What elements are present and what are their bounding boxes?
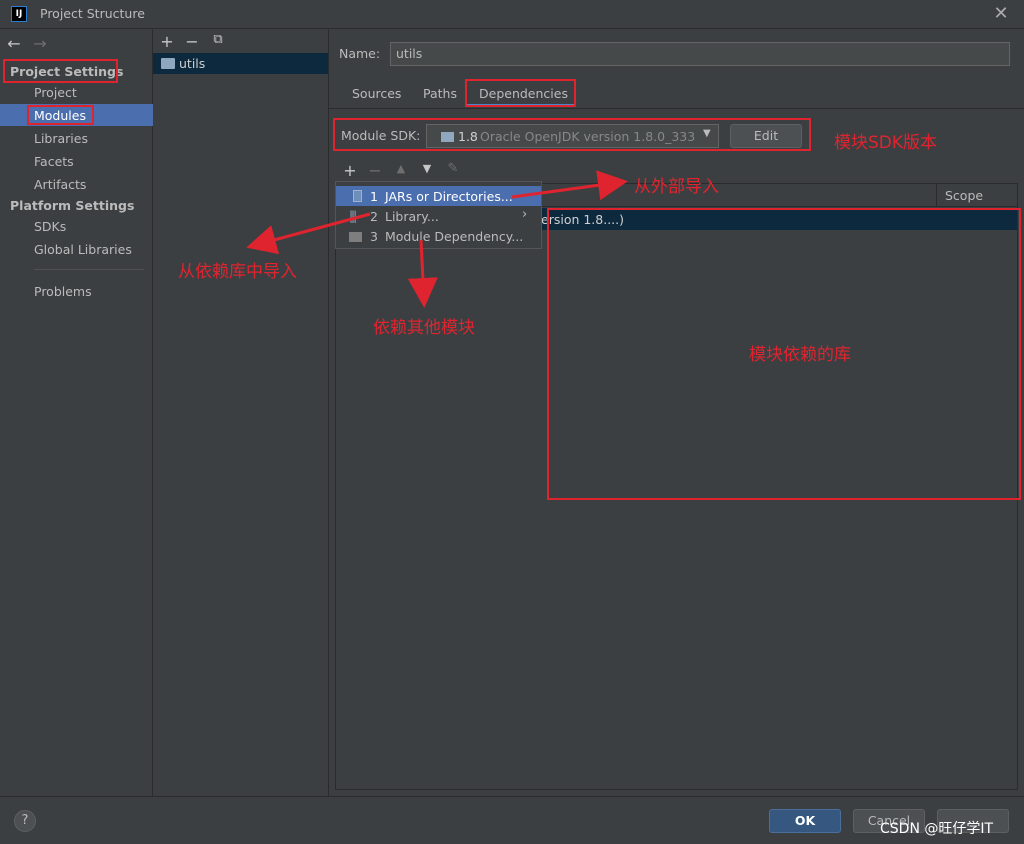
- annotation-library: 从依赖库中导入: [178, 262, 297, 282]
- ok-button[interactable]: OK: [769, 809, 841, 833]
- arrow-to-external: [511, 170, 628, 201]
- annotation-deps: 模块依赖的库: [749, 345, 851, 365]
- annotation-module: 依赖其他模块: [373, 318, 475, 338]
- annotation-sdk: 模块SDK版本: [834, 133, 938, 153]
- arrow-to-module: [407, 239, 438, 308]
- arrow-to-library: [246, 212, 371, 255]
- help-button[interactable]: ?: [14, 810, 36, 832]
- csdn-watermark: CSDN @旺仔学IT: [880, 821, 994, 837]
- annotation-external: 从外部导入: [634, 177, 719, 197]
- footer: ? OK Cancel CSDN @旺仔学IT: [0, 796, 1024, 844]
- annotation-arrows: [246, 170, 628, 308]
